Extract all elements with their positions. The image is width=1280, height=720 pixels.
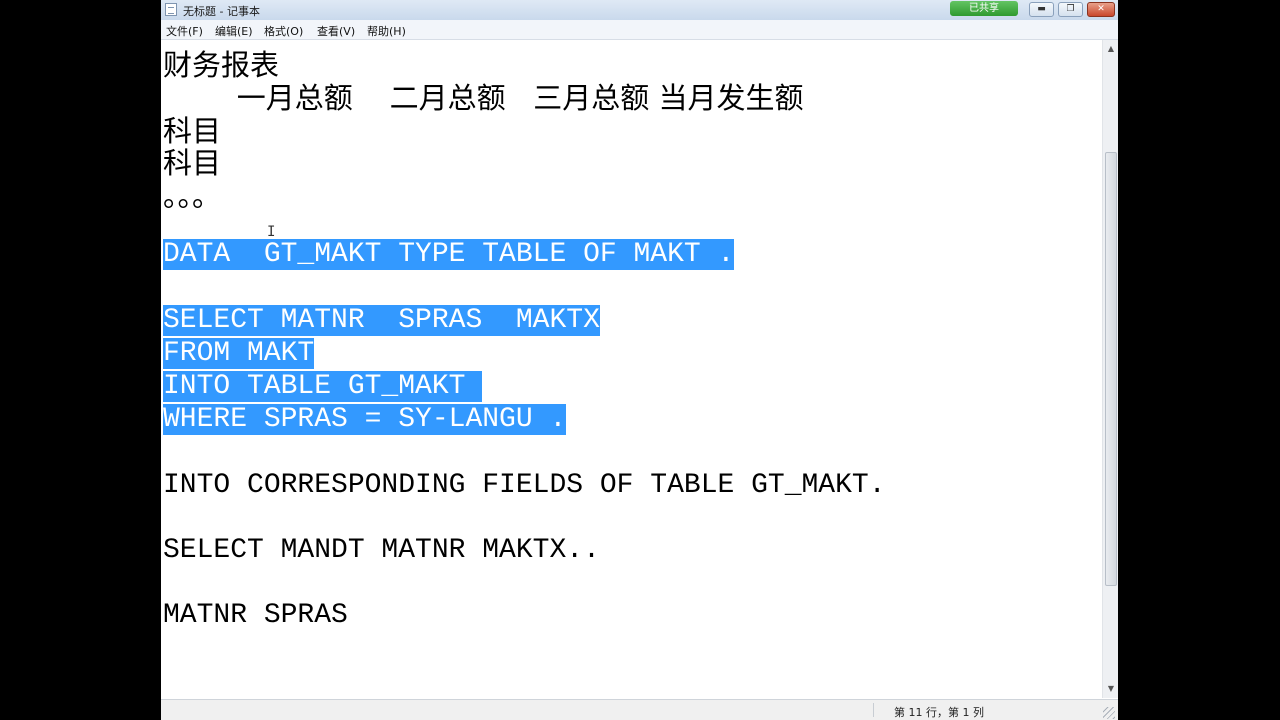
minimize-button[interactable]: ▬: [1029, 2, 1054, 17]
text-editor[interactable]: 财务报表 一月总额 二月总额 三月总额 当月发生额 科目 科目 。。。 I DA…: [161, 40, 1101, 698]
menu-view[interactable]: 查看(V): [317, 23, 355, 39]
editor-line-selected: WHERE SPRAS = SY-LANGU .: [163, 404, 567, 435]
minimize-icon: ▬: [1037, 4, 1046, 14]
notepad-app-icon: [165, 3, 177, 16]
close-icon: ✕: [1097, 4, 1105, 14]
window-title: 无标题 - 记事本: [183, 5, 260, 18]
cursor-position: 第 11 行，第 1 列: [894, 706, 984, 719]
vertical-scrollbar[interactable]: ▲ ▼: [1102, 40, 1118, 698]
editor-line-selected: DATA GT_MAKT TYPE TABLE OF MAKT .: [163, 239, 735, 270]
menu-bar: 文件(F) 编辑(E) 格式(O) 查看(V) 帮助(H): [161, 20, 1118, 40]
editor-line: MATNR SPRAS: [163, 600, 348, 631]
editor-line-selected: INTO TABLE GT_MAKT: [163, 371, 483, 402]
editor-line-selected: SELECT MATNR SPRAS MAKTX: [163, 305, 600, 336]
maximize-button[interactable]: ❐: [1058, 2, 1083, 17]
status-bar: 第 11 行，第 1 列: [161, 699, 1118, 720]
selected-text: INTO TABLE GT_MAKT: [163, 371, 483, 402]
scroll-down-arrow-icon[interactable]: ▼: [1103, 682, 1118, 696]
text-cursor-icon: I: [267, 224, 276, 240]
selected-text: FROM MAKT: [163, 338, 315, 369]
scroll-up-arrow-icon[interactable]: ▲: [1103, 42, 1118, 56]
editor-line: 一月总额 二月总额 三月总额 当月发生额: [163, 81, 804, 115]
scrollbar-thumb[interactable]: [1105, 152, 1117, 586]
menu-help[interactable]: 帮助(H): [367, 23, 406, 39]
editor-line-selected: FROM MAKT: [163, 338, 315, 369]
menu-edit[interactable]: 编辑(E): [215, 23, 253, 39]
selected-text: DATA GT_MAKT TYPE TABLE OF MAKT .: [163, 239, 735, 270]
resize-grip-icon[interactable]: [1103, 707, 1115, 719]
selected-text: WHERE SPRAS = SY-LANGU .: [163, 404, 567, 435]
share-badge[interactable]: 已共享: [950, 1, 1018, 16]
title-bar[interactable]: 无标题 - 记事本 已共享 ▬ ❐ ✕: [161, 0, 1118, 21]
restore-icon: ❐: [1066, 4, 1075, 14]
close-button[interactable]: ✕: [1087, 2, 1115, 17]
editor-line: INTO CORRESPONDING FIELDS OF TABLE GT_MA…: [163, 470, 886, 501]
notepad-window: 无标题 - 记事本 已共享 ▬ ❐ ✕ 文件(F) 编辑(E) 格式(O) 查看…: [161, 0, 1118, 720]
selected-text: SELECT MATNR SPRAS MAKTX: [163, 305, 600, 336]
editor-line: SELECT MANDT MATNR MAKTX..: [163, 535, 600, 566]
menu-file[interactable]: 文件(F): [166, 23, 203, 39]
status-divider: [873, 703, 874, 717]
editor-line: 。。。: [163, 179, 222, 213]
menu-format[interactable]: 格式(O): [264, 23, 303, 39]
